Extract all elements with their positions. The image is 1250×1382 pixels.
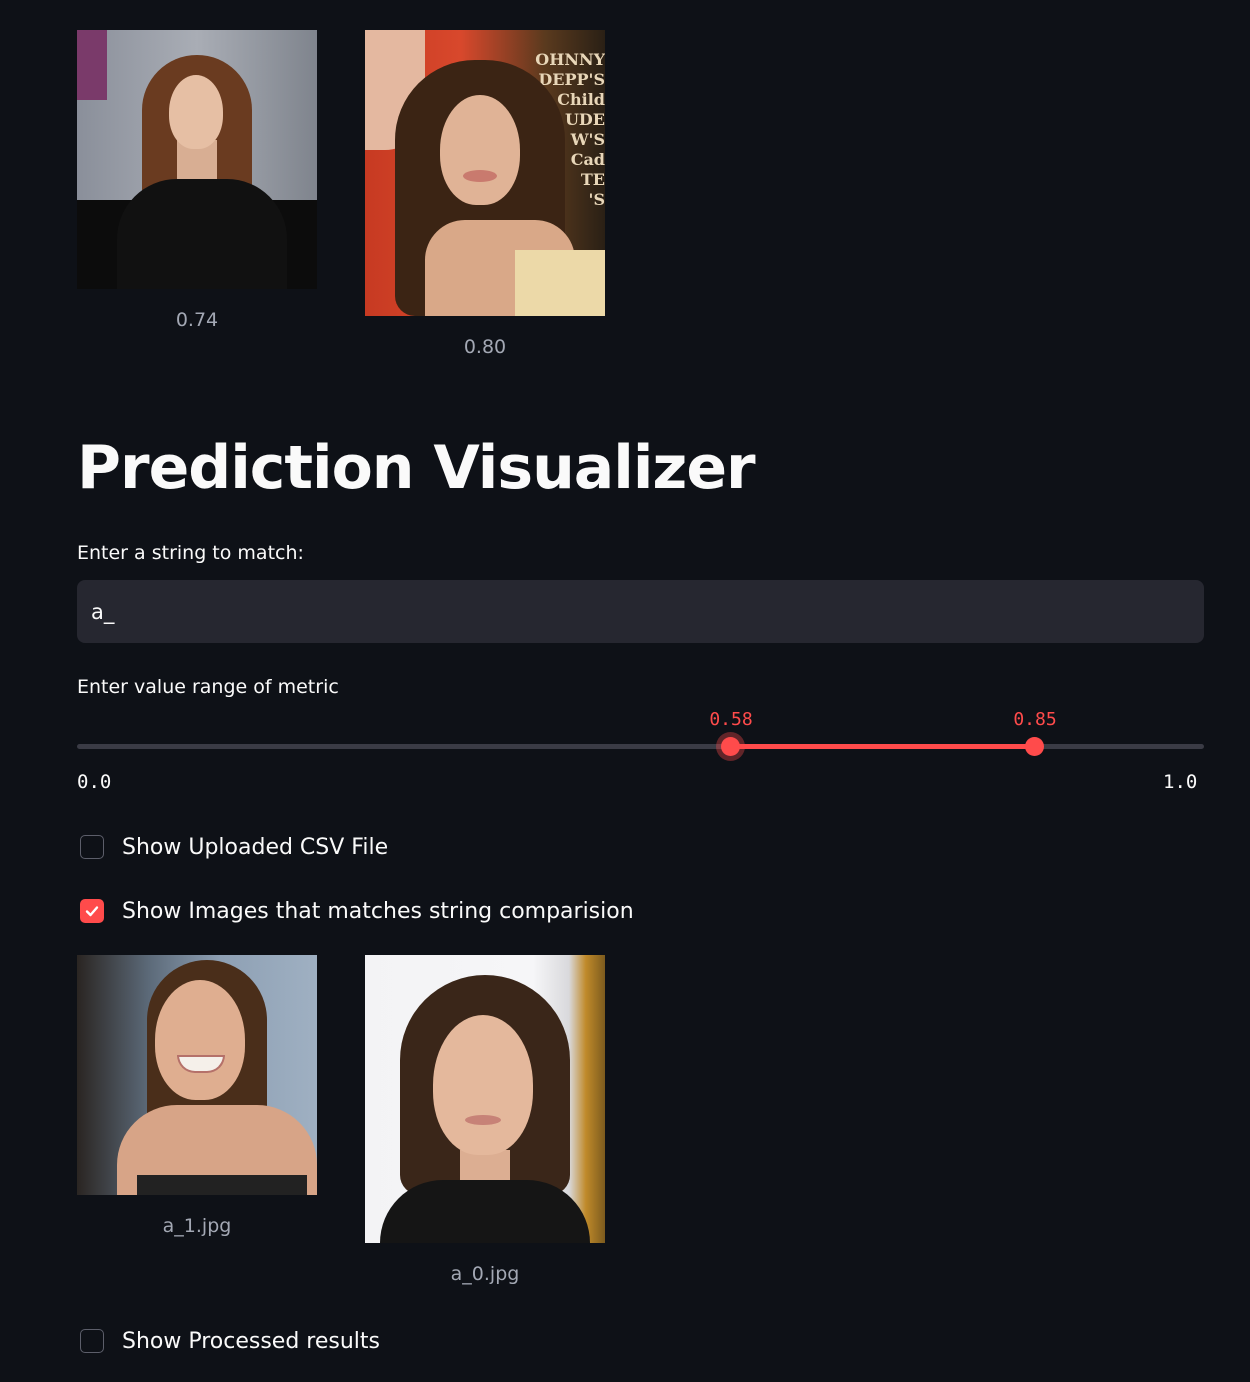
portrait-photo [77,955,317,1195]
checkbox-box[interactable] [80,1329,104,1353]
image-caption: 0.74 [175,309,219,331]
portrait-photo: OHNNY DEPP'S Child UDE W'S Cad TE 'S [365,30,605,316]
top-image-2: OHNNY DEPP'S Child UDE W'S Cad TE 'S 0.80 [365,30,605,358]
top-image-1: 0.74 [77,30,317,331]
slider-low-value: 0.58 [709,709,753,730]
string-match-input[interactable]: a_ [77,580,1204,643]
slider-low-handle[interactable] [721,737,740,756]
app-page: 0.74 OHNNY DEPP'S Child UDE W'S Cad TE 'S 0.80 … [0,0,1250,1382]
checkbox-box[interactable] [80,835,104,859]
portrait-photo [365,955,605,1243]
checkbox-label: Show Uploaded CSV File [122,834,389,860]
matched-image-2: a_0.jpg [365,955,605,1285]
slider-high-handle[interactable] [1025,737,1044,756]
slider-high-value: 0.85 [1013,709,1057,730]
range-slider-label: Enter value range of metric [77,676,339,698]
checkbox-label: Show Processed results [122,1328,381,1354]
matched-image-1: a_1.jpg [77,955,317,1237]
checkbox-box[interactable] [80,899,104,923]
slider-selected-range [731,744,1035,749]
checkbox-label: Show Images that matches string comparis… [122,898,634,924]
checkbox-show-processed[interactable]: Show Processed results [80,1326,380,1356]
page-title: Prediction Visualizer [77,433,756,503]
checkbox-show-images[interactable]: Show Images that matches string comparis… [80,896,634,926]
checkmark-icon [85,906,99,917]
portrait-photo [77,30,317,289]
checkbox-show-csv[interactable]: Show Uploaded CSV File [80,832,388,862]
string-match-input-value: a_ [91,599,115,624]
image-caption: 0.80 [463,336,507,358]
slider-max-label: 1.0 [1163,771,1198,793]
string-input-label: Enter a string to match: [77,542,304,564]
slider-min-label: 0.0 [77,771,112,793]
image-caption: a_0.jpg [450,1263,520,1285]
image-caption: a_1.jpg [162,1215,232,1237]
